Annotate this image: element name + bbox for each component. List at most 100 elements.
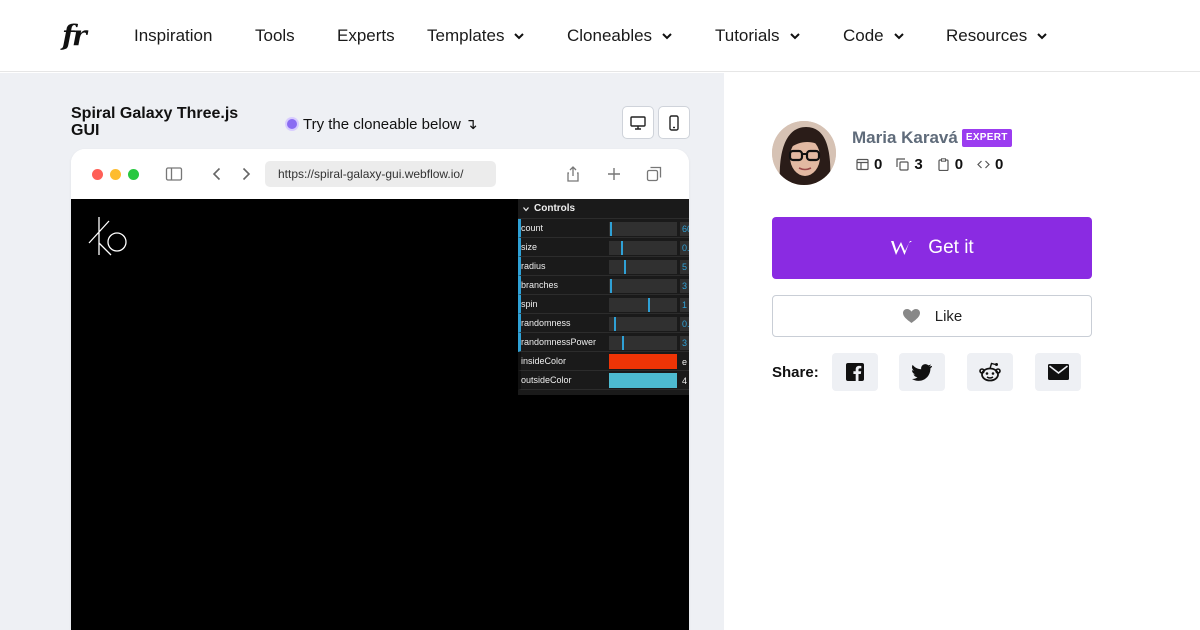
- nav-item-templates[interactable]: Templates: [427, 26, 526, 46]
- avatar-portrait-icon: [772, 121, 836, 185]
- sidebar-icon: [165, 167, 183, 181]
- gui-slider-fill: [609, 241, 623, 255]
- nav-item-label: Inspiration: [134, 26, 213, 45]
- author-name-link[interactable]: Maria Karavá: [852, 128, 958, 148]
- nav-item-label: Cloneables: [567, 26, 653, 45]
- gui-number-input[interactable]: 3: [680, 336, 689, 350]
- nav-item-code[interactable]: Code: [843, 26, 906, 46]
- galaxy-canvas[interactable]: Controls count 60 size 0. radius 5: [71, 199, 689, 630]
- gui-number-input[interactable]: 0.: [680, 241, 689, 255]
- nav-item-label: Resources: [946, 26, 1028, 45]
- gui-row-size: size 0.: [518, 238, 689, 257]
- nav-item-tools[interactable]: Tools: [255, 26, 295, 46]
- mobile-view-button[interactable]: [658, 106, 690, 139]
- project-title: Spiral Galaxy Three.js GUI: [71, 105, 239, 139]
- gui-slider-fill: [609, 317, 616, 331]
- get-it-label: Get it: [928, 237, 974, 258]
- gui-label: radius: [521, 261, 546, 271]
- gui-number-input[interactable]: 5: [680, 260, 689, 274]
- share-facebook-button[interactable]: [832, 353, 878, 391]
- share-email-button[interactable]: [1035, 353, 1081, 391]
- gui-label: randomnessPower: [521, 337, 597, 347]
- try-cloneable-hint: Try the cloneable below ↴: [287, 115, 478, 133]
- reddit-icon: [979, 362, 1001, 382]
- stat-cloneables: 3: [896, 156, 923, 173]
- gui-label: branches: [521, 280, 559, 290]
- clipboard-icon: [938, 158, 949, 171]
- share-twitter-button[interactable]: [899, 353, 945, 391]
- chevron-down-icon: [789, 33, 800, 40]
- controls-title: Controls: [534, 203, 576, 214]
- gui-row-randomness-power: randomnessPower 3: [518, 333, 689, 352]
- plus-icon: [608, 168, 620, 180]
- gui-slider[interactable]: [609, 317, 677, 331]
- stat-value: 0: [954, 156, 964, 173]
- stat-value: 3: [914, 156, 923, 173]
- color-hex-input[interactable]: 4: [680, 374, 689, 388]
- author-avatar[interactable]: [772, 121, 836, 185]
- gui-label: insideColor: [521, 356, 567, 366]
- gui-label: size: [521, 242, 538, 252]
- share-icon: [567, 166, 579, 182]
- gui-slider-fill: [609, 260, 626, 274]
- gui-row-count: count 60: [518, 219, 689, 238]
- controls-header[interactable]: Controls: [518, 199, 689, 219]
- top-navigation: fr Inspiration Tools Experts Templates C…: [0, 0, 1200, 72]
- gui-slider[interactable]: [609, 222, 677, 236]
- nav-item-inspiration[interactable]: Inspiration: [134, 26, 212, 46]
- nav-item-resources[interactable]: Resources: [946, 26, 1049, 46]
- stat-templates: 0: [856, 156, 882, 173]
- gui-row-branches: branches 3: [518, 276, 689, 295]
- gui-slider[interactable]: [609, 298, 677, 312]
- gui-slider-fill: [609, 298, 650, 312]
- mobile-icon: [669, 114, 679, 131]
- gui-label: randomness: [521, 318, 571, 328]
- ko-logo-icon: [88, 217, 127, 256]
- share-reddit-button[interactable]: [967, 353, 1013, 391]
- author-info: Maria Karavá EXPERT: [852, 128, 1012, 148]
- chevron-down-icon: [1037, 33, 1047, 40]
- browser-toolbar: https://spiral-galaxy-gui.webflow.io/: [71, 149, 689, 199]
- share-label: Share:: [772, 364, 819, 381]
- minimize-dot-icon: [110, 169, 121, 180]
- color-swatch[interactable]: [609, 373, 677, 388]
- stat-value: 0: [874, 156, 883, 173]
- gui-slider[interactable]: [609, 336, 677, 350]
- gui-number-input[interactable]: 0.: [680, 317, 689, 331]
- chevron-down-icon: [893, 33, 904, 40]
- desktop-view-button[interactable]: [622, 106, 654, 139]
- gui-number-input[interactable]: 3: [680, 279, 689, 293]
- facebook-icon: [846, 363, 864, 381]
- nav-item-experts[interactable]: Experts: [337, 26, 395, 46]
- gui-slider[interactable]: [609, 241, 677, 255]
- browser-mockup: https://spiral-galaxy-gui.webflow.io/ Co…: [71, 149, 689, 630]
- nav-item-cloneables[interactable]: Cloneables: [567, 26, 674, 46]
- forward-arrow-icon: [242, 167, 251, 181]
- chevron-down-icon: [514, 33, 525, 40]
- gui-number-input[interactable]: 1: [680, 298, 689, 312]
- site-logo[interactable]: fr: [62, 20, 87, 52]
- heart-icon: [902, 309, 920, 323]
- gui-slider[interactable]: [609, 260, 677, 274]
- color-swatch[interactable]: [609, 354, 677, 369]
- twitter-icon: [912, 363, 932, 381]
- gui-row-outside-color: outsideColor 4: [518, 371, 689, 390]
- gui-slider[interactable]: [609, 279, 677, 293]
- gui-label: outsideColor: [521, 375, 572, 385]
- email-icon: [1047, 364, 1069, 380]
- gui-row-spin: spin 1: [518, 295, 689, 314]
- chevron-down-icon: [662, 33, 672, 40]
- like-button[interactable]: Like: [772, 295, 1092, 337]
- gui-number-input[interactable]: 60: [680, 222, 689, 236]
- get-it-button[interactable]: Get it: [772, 217, 1092, 279]
- expert-badge: EXPERT: [961, 129, 1012, 147]
- maximize-dot-icon: [128, 169, 139, 180]
- back-arrow-icon: [212, 167, 221, 181]
- clone-icon: [896, 158, 909, 171]
- gui-row-radius: radius 5: [518, 257, 689, 276]
- color-hex-input[interactable]: e: [680, 355, 689, 369]
- address-bar: https://spiral-galaxy-gui.webflow.io/: [265, 161, 496, 187]
- try-label: Try the cloneable below ↴: [303, 116, 478, 133]
- preview-panel: Spiral Galaxy Three.js GUI Try the clone…: [0, 73, 724, 630]
- nav-item-tutorials[interactable]: Tutorials: [715, 26, 802, 46]
